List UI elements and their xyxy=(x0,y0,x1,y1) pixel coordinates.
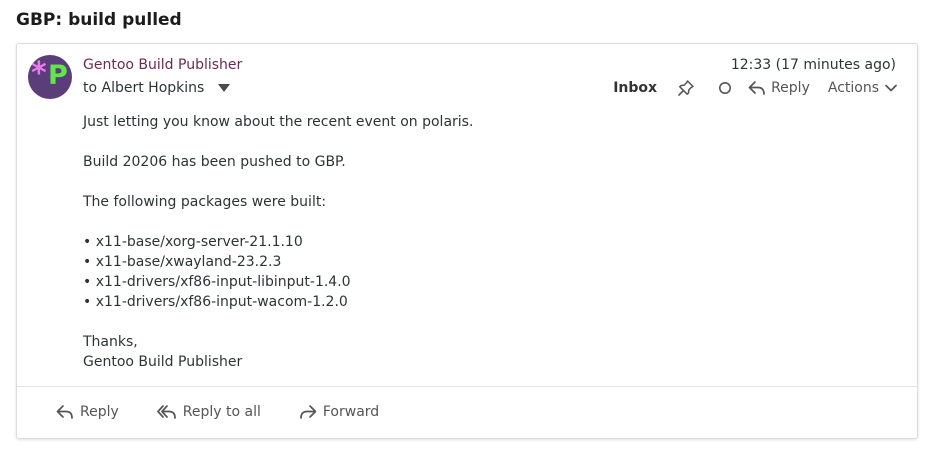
recipient-text: to Albert Hopkins xyxy=(83,80,205,96)
reply-button[interactable]: Reply xyxy=(748,80,810,96)
list-item: x11-base/xwayland-23.2.3 xyxy=(83,252,473,272)
chevron-down-icon xyxy=(885,84,897,92)
message-footer: Reply Reply to all Forward xyxy=(56,402,379,422)
actions-menu-button[interactable]: Actions xyxy=(828,80,897,96)
avatar-p-glyph: P xyxy=(48,60,68,91)
message-card: * P Gentoo Build Publisher to Albert Hop… xyxy=(16,43,918,439)
list-item: x11-drivers/xf86-input-wacom-1.2.0 xyxy=(83,292,473,312)
reply-button-label: Reply xyxy=(771,80,810,96)
body-thanks: Thanks, xyxy=(83,334,138,350)
mark-unread-circle-icon[interactable] xyxy=(714,77,736,99)
body-build-line: Build 20206 has been pushed to GBP. xyxy=(83,154,346,170)
recipient-expand-icon[interactable] xyxy=(218,84,231,92)
footer-reply-button[interactable]: Reply xyxy=(56,402,119,422)
body-intro: Just letting you know about the recent e… xyxy=(83,114,474,130)
footer-reply-all-label: Reply to all xyxy=(182,404,261,420)
footer-forward-label: Forward xyxy=(322,404,380,420)
reply-arrow-icon xyxy=(56,405,73,419)
avatar: * P xyxy=(28,55,72,99)
reply-all-arrow-icon xyxy=(156,405,176,419)
package-list: x11-base/xorg-server-21.1.10 x11-base/xw… xyxy=(83,232,473,312)
footer-divider xyxy=(17,386,917,387)
footer-reply-label: Reply xyxy=(80,404,119,420)
folder-badge[interactable]: Inbox xyxy=(613,80,657,96)
body-packages-heading: The following packages were built: xyxy=(83,194,327,210)
message-timestamp: 12:33 (17 minutes ago) xyxy=(730,57,896,73)
pin-icon[interactable] xyxy=(675,77,697,99)
list-item: x11-base/xorg-server-21.1.10 xyxy=(83,232,473,252)
forward-arrow-icon xyxy=(300,405,317,419)
footer-forward-button[interactable]: Forward xyxy=(299,402,379,422)
email-subject: GBP: build pulled xyxy=(16,10,182,30)
reply-arrow-icon xyxy=(748,81,765,95)
actions-label: Actions xyxy=(827,80,879,96)
list-item: x11-drivers/xf86-input-libinput-1.4.0 xyxy=(83,272,473,292)
sender-name[interactable]: Gentoo Build Publisher xyxy=(83,55,242,75)
footer-reply-all-button[interactable]: Reply to all xyxy=(156,402,261,422)
recipient-line: to Albert Hopkins xyxy=(83,78,231,98)
message-toolbar: Inbox Reply Actions xyxy=(613,76,897,100)
message-body: Just letting you know about the recent e… xyxy=(83,112,473,372)
body-signature: Gentoo Build Publisher xyxy=(83,354,243,370)
avatar-star-glyph: * xyxy=(31,56,47,91)
